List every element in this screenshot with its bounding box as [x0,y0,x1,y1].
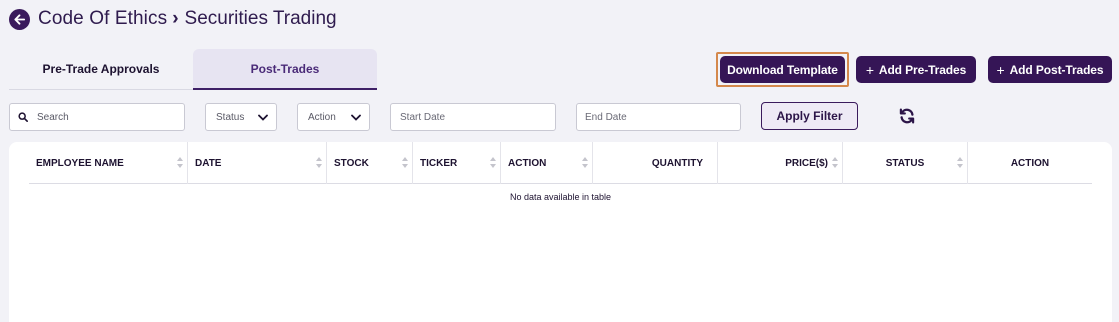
column-label: QUANTITY [651,157,703,169]
plus-icon: + [996,61,1005,78]
apply-filter-button[interactable]: Apply Filter [761,102,858,130]
search-icon [18,112,28,122]
column-label: STATUS [885,157,925,169]
column-label: STOCK [334,157,369,169]
breadcrumb-separator: › [172,8,179,29]
sort-icon [490,157,496,168]
plus-icon: + [865,61,874,78]
breadcrumb: Code Of Ethics › Securities Trading [9,8,337,30]
status-select-value: Status [216,111,245,123]
status-select[interactable]: Status [205,103,277,131]
start-date-placeholder: Start Date [400,111,446,123]
tab-post-trades[interactable]: Post-Trades [193,49,377,90]
column-stock[interactable]: STOCK [327,142,413,184]
download-template-focus-ring: Download Template [716,52,849,87]
trades-table: EMPLOYEE NAME DATE STOCK TICKER ACTION Q… [9,142,1112,322]
tab-pre-trade-approvals[interactable]: Pre-Trade Approvals [9,49,193,90]
start-date-field[interactable]: Start Date [390,103,556,131]
column-status[interactable]: STATUS [843,142,968,184]
end-date-field[interactable]: End Date [576,103,741,131]
sort-icon [316,157,322,168]
sort-icon [582,157,588,168]
column-ticker[interactable]: TICKER [413,142,501,184]
column-price[interactable]: PRICE($) [718,142,843,184]
download-template-button[interactable]: Download Template [720,56,845,83]
search-input[interactable]: Search [9,103,185,131]
chevron-down-icon [351,114,361,121]
column-quantity[interactable]: QUANTITY [593,142,718,184]
tab-bar: Pre-Trade Approvals Post-Trades [9,49,377,90]
column-row-action: ACTION [968,142,1092,184]
page-title: Securities Trading [184,8,337,29]
add-pre-trades-label: Add Pre-Trades [878,62,967,77]
column-label: EMPLOYEE NAME [36,157,124,169]
sort-icon [957,157,963,168]
column-label: ACTION [508,157,547,169]
chevron-down-icon [258,114,268,121]
action-select[interactable]: Action [297,103,370,131]
add-post-trades-label: Add Post-Trades [1009,62,1104,77]
column-date[interactable]: DATE [188,142,327,184]
table-header: EMPLOYEE NAME DATE STOCK TICKER ACTION Q… [29,142,1092,184]
column-label: PRICE($) [785,157,828,169]
sort-icon [832,157,838,168]
sort-icon [402,157,408,168]
search-placeholder: Search [37,111,69,123]
end-date-placeholder: End Date [585,111,627,123]
column-label: DATE [195,157,222,169]
action-select-value: Action [308,111,336,123]
add-post-trades-button[interactable]: + Add Post-Trades [988,56,1112,83]
empty-table-message: No data available in table [509,192,612,202]
sort-icon [177,157,183,168]
add-pre-trades-button[interactable]: + Add Pre-Trades [856,56,976,83]
column-action[interactable]: ACTION [501,142,593,184]
back-arrow-icon[interactable] [9,8,30,30]
refresh-icon[interactable] [898,107,916,125]
breadcrumb-parent[interactable]: Code Of Ethics [38,8,167,30]
column-employee-name[interactable]: EMPLOYEE NAME [29,142,188,184]
column-label: ACTION [1010,157,1050,169]
column-label: TICKER [420,157,458,169]
